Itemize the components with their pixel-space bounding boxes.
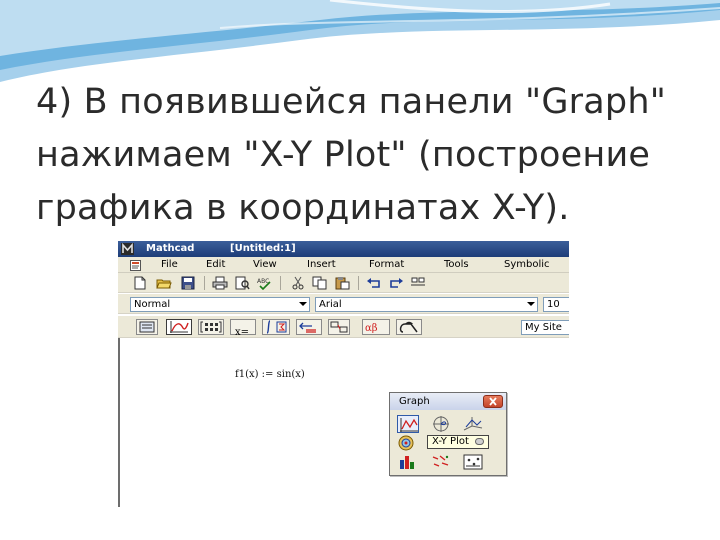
title-line-3: графика в координатах X-Y). bbox=[36, 188, 570, 228]
graph-palette-title-text: Graph bbox=[399, 396, 430, 407]
formula-definition[interactable]: f1(x) := sin(x) bbox=[235, 369, 305, 380]
style-select-value: Normal bbox=[134, 299, 171, 310]
title-line-2: нажимаем "X-Y Plot" (построение bbox=[36, 135, 651, 175]
title-line-1: 4) В появившейся панели "Graph" bbox=[36, 82, 667, 122]
worksheet-left-border bbox=[118, 338, 120, 507]
math-toolbar: x= αβ My Site bbox=[118, 316, 569, 338]
mouse-cursor-icon bbox=[475, 437, 485, 445]
surface-plot-button[interactable] bbox=[462, 415, 484, 433]
chevron-down-icon bbox=[527, 302, 535, 306]
3d-scatter-button[interactable] bbox=[462, 453, 484, 471]
resources-select-value: My Site bbox=[525, 322, 562, 333]
new-doc-icon[interactable] bbox=[132, 276, 148, 290]
3d-bar-icon bbox=[400, 456, 414, 469]
xy-plot-tooltip-text: X-Y Plot bbox=[432, 436, 469, 447]
matrix-icon[interactable] bbox=[198, 319, 224, 335]
symbolic-icon[interactable] bbox=[396, 319, 422, 335]
open-icon[interactable] bbox=[156, 276, 172, 290]
slide-title: 4) В появившейся панели "Graph" нажимаем… bbox=[36, 76, 696, 235]
boolean-icon[interactable] bbox=[296, 319, 322, 335]
xy-plot-icon bbox=[400, 418, 418, 432]
print-icon[interactable] bbox=[212, 276, 228, 290]
programming-icon[interactable] bbox=[328, 319, 350, 335]
toolbar-separator bbox=[358, 276, 359, 290]
toolbar-separator bbox=[204, 276, 205, 290]
xy-plot-button[interactable] bbox=[397, 415, 419, 433]
close-icon bbox=[489, 397, 497, 406]
menu-format[interactable]: Format bbox=[369, 257, 404, 273]
mathcad-app-icon bbox=[121, 243, 134, 255]
standard-toolbar: ABC bbox=[118, 273, 569, 293]
redo-icon[interactable] bbox=[388, 276, 404, 290]
toolbar-separator bbox=[280, 276, 281, 290]
graph-palette: Graph bbox=[389, 392, 507, 476]
resources-select[interactable]: My Site bbox=[521, 320, 569, 335]
3d-bar-button[interactable] bbox=[397, 453, 419, 471]
menu-tools[interactable]: Tools bbox=[444, 257, 469, 273]
xy-plot-tooltip: X-Y Plot bbox=[427, 435, 490, 449]
formatting-toolbar: Normal Arial 10 bbox=[118, 294, 569, 314]
vector-field-icon bbox=[432, 455, 449, 467]
mathcad-screenshot: Mathcad [Untitled:1] File Edit View Inse… bbox=[118, 241, 569, 507]
svg-text:αβ: αβ bbox=[365, 323, 378, 334]
print-preview-icon[interactable] bbox=[234, 276, 250, 290]
align-icon[interactable] bbox=[410, 276, 426, 290]
graph-toolbar-icon[interactable] bbox=[166, 319, 192, 335]
font-select-value: Arial bbox=[319, 299, 342, 310]
menu-insert[interactable]: Insert bbox=[307, 257, 336, 273]
vector-field-button[interactable] bbox=[430, 453, 452, 471]
evaluation-label: x= bbox=[235, 327, 250, 338]
window-titlebar: Mathcad [Untitled:1] bbox=[118, 241, 569, 257]
document-menu-icon[interactable] bbox=[130, 260, 141, 271]
greek-icon[interactable]: αβ bbox=[362, 319, 390, 335]
paste-icon[interactable] bbox=[334, 276, 350, 290]
font-select[interactable]: Arial bbox=[315, 297, 538, 312]
font-size-value: 10 bbox=[547, 299, 560, 310]
close-button[interactable] bbox=[483, 395, 503, 408]
window-document-name: [Untitled:1] bbox=[230, 243, 296, 254]
menu-file[interactable]: File bbox=[161, 257, 178, 273]
evaluation-icon[interactable]: x= bbox=[230, 319, 256, 338]
undo-icon[interactable] bbox=[366, 276, 382, 290]
style-select[interactable]: Normal bbox=[130, 297, 310, 312]
window-app-name: Mathcad bbox=[146, 243, 195, 254]
save-icon[interactable] bbox=[180, 276, 196, 290]
contour-plot-button[interactable] bbox=[397, 434, 419, 452]
font-size-select[interactable]: 10 bbox=[543, 297, 569, 312]
menu-view[interactable]: View bbox=[253, 257, 277, 273]
menu-edit[interactable]: Edit bbox=[206, 257, 225, 273]
calculus-icon[interactable] bbox=[262, 319, 290, 335]
chevron-down-icon bbox=[299, 302, 307, 306]
polar-plot-button[interactable] bbox=[430, 415, 452, 433]
menu-bar: File Edit View Insert Format Tools Symbo… bbox=[118, 257, 569, 273]
3d-scatter-icon bbox=[463, 454, 483, 470]
menu-symbolic[interactable]: Symbolic bbox=[504, 257, 550, 273]
cut-icon[interactable] bbox=[290, 276, 306, 290]
surface-plot-icon bbox=[463, 417, 483, 431]
calculator-icon[interactable] bbox=[136, 319, 158, 335]
spellcheck-icon[interactable]: ABC bbox=[256, 276, 272, 290]
contour-plot-icon bbox=[398, 435, 414, 451]
polar-plot-icon bbox=[433, 416, 449, 432]
copy-icon[interactable] bbox=[312, 276, 328, 290]
